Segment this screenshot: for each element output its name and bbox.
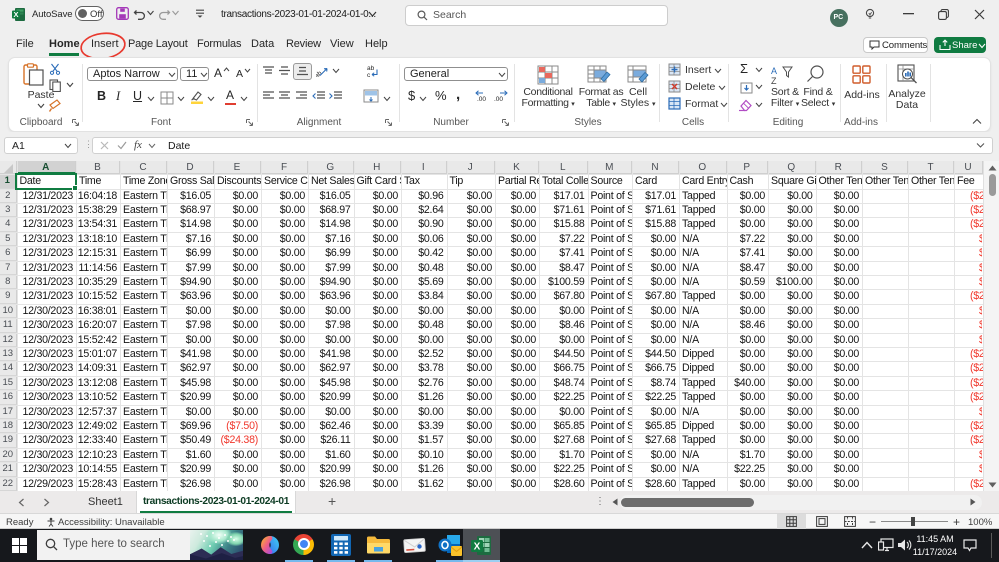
svg-text:X: X <box>13 10 18 19</box>
svg-text:X: X <box>474 541 481 552</box>
svg-text:.00: .00 <box>477 96 486 103</box>
svg-text:A: A <box>771 66 777 76</box>
svg-text:Z: Z <box>771 76 777 85</box>
svg-text:ab: ab <box>367 65 375 72</box>
svg-text:c: c <box>367 72 371 78</box>
svg-text:.00: .00 <box>494 96 503 103</box>
